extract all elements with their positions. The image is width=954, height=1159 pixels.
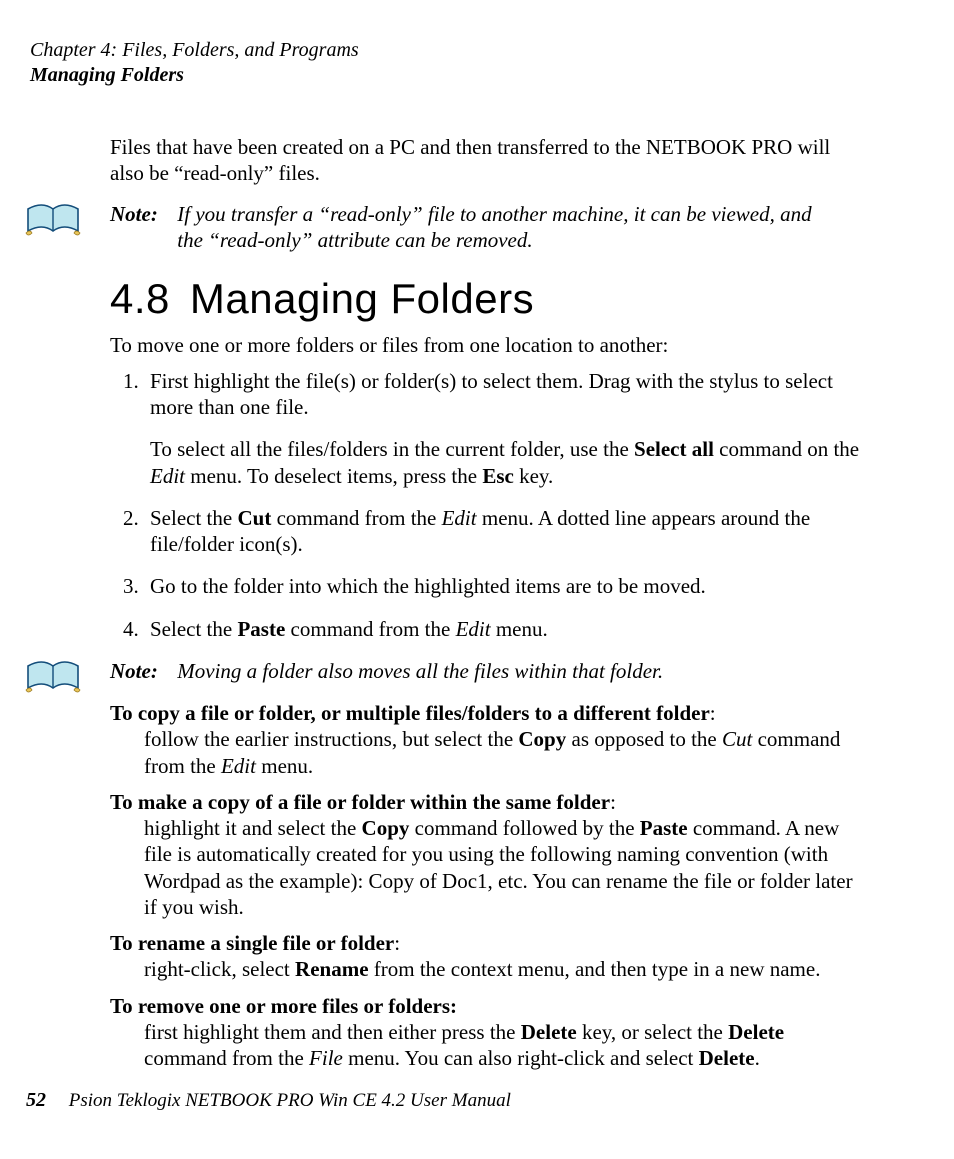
steps-list: First highlight the file(s) or folder(s)… [144,368,864,642]
note-text: If you transfer a “read-only” file to an… [177,201,827,254]
step-item: Go to the folder into which the highligh… [144,573,864,599]
note-block: Note: Moving a folder also moves all the… [110,658,864,684]
step-4: Select the Paste command from the Edit m… [150,616,864,642]
def-body: highlight it and select the Copy command… [144,815,864,920]
step-item: First highlight the file(s) or folder(s)… [144,368,864,489]
content-column: Files that have been created on a PC and… [110,134,864,1071]
chapter-line: Chapter 4: Files, Folders, and Programs [30,38,864,63]
step-item: Select the Cut command from the Edit men… [144,505,864,558]
step-1b: To select all the files/folders in the c… [150,436,864,489]
def-body: follow the earlier instructions, but sel… [144,726,864,779]
step-1a: First highlight the file(s) or folder(s)… [150,368,864,421]
section-heading: 4.8 Managing Folders [110,273,864,326]
note-text: Moving a folder also moves all the files… [177,658,827,684]
def-lead: To copy a file or folder, or multiple fi… [110,700,864,726]
page-number: 52 [26,1089,46,1111]
def-lead: To remove one or more files or folders: [110,993,864,1019]
lead-in: To move one or more folders or files fro… [110,332,864,358]
footer-title: Psion Teklogix NETBOOK PRO Win CE 4.2 Us… [69,1090,511,1111]
note-block: Note: If you transfer a “read-only” file… [110,201,864,254]
intro-paragraph: Files that have been created on a PC and… [110,134,864,187]
step-3: Go to the folder into which the highligh… [150,573,864,599]
def-lead: To rename a single file or folder: [110,930,864,956]
note-label: Note: [110,658,172,684]
page-footer: 52 Psion Teklogix NETBOOK PRO Win CE 4.2… [26,1088,511,1113]
def-body: right-click, select Rename from the cont… [144,956,864,982]
section-line: Managing Folders [30,63,864,88]
step-item: Select the Paste command from the Edit m… [144,616,864,642]
book-icon [24,199,82,239]
note-label: Note: [110,201,172,227]
page: Chapter 4: Files, Folders, and Programs … [0,0,954,1159]
def-body: first highlight them and then either pre… [144,1019,864,1072]
running-header: Chapter 4: Files, Folders, and Programs … [30,38,864,88]
book-icon [24,656,82,696]
section-title: Managing Folders [190,275,534,322]
step-2: Select the Cut command from the Edit men… [150,505,864,558]
def-lead: To make a copy of a file or folder withi… [110,789,864,815]
section-number: 4.8 [110,275,170,322]
